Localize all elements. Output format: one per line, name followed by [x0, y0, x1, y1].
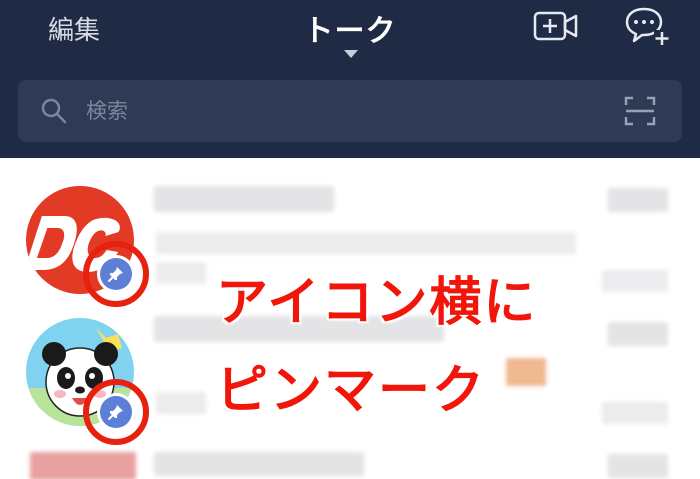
- blurred-timestamp: [608, 454, 668, 478]
- scan-icon[interactable]: [624, 96, 656, 126]
- blurred-timestamp: [608, 188, 668, 212]
- highlight-circle: [83, 379, 149, 445]
- caret-down-icon: [344, 50, 358, 58]
- search-input[interactable]: [86, 92, 566, 130]
- blurred-message: [156, 392, 206, 414]
- blurred-timestamp: [608, 322, 668, 346]
- edit-button[interactable]: 編集: [48, 10, 100, 47]
- blurred-meta: [602, 402, 668, 424]
- video-add-icon[interactable]: [533, 10, 579, 42]
- annotation-line-1: アイコン横に: [215, 272, 538, 334]
- blurred-name: [154, 186, 334, 212]
- highlight-circle: [83, 241, 149, 307]
- search-bar[interactable]: [18, 80, 682, 142]
- blurred-meta: [602, 270, 668, 292]
- new-chat-icon[interactable]: [624, 6, 670, 46]
- avatar: [30, 452, 136, 479]
- blurred-message: [156, 232, 576, 254]
- blurred-message: [156, 262, 206, 284]
- app-header: 編集 トーク: [0, 0, 700, 158]
- search-icon: [40, 97, 68, 125]
- annotation-line-2: ピンマーク: [215, 360, 487, 422]
- blurred-name: [154, 452, 364, 476]
- page-title: トーク: [303, 14, 397, 49]
- title-dropdown[interactable]: トーク: [250, 6, 450, 58]
- chat-row[interactable]: [0, 440, 700, 479]
- blurred-emoji: [506, 358, 546, 386]
